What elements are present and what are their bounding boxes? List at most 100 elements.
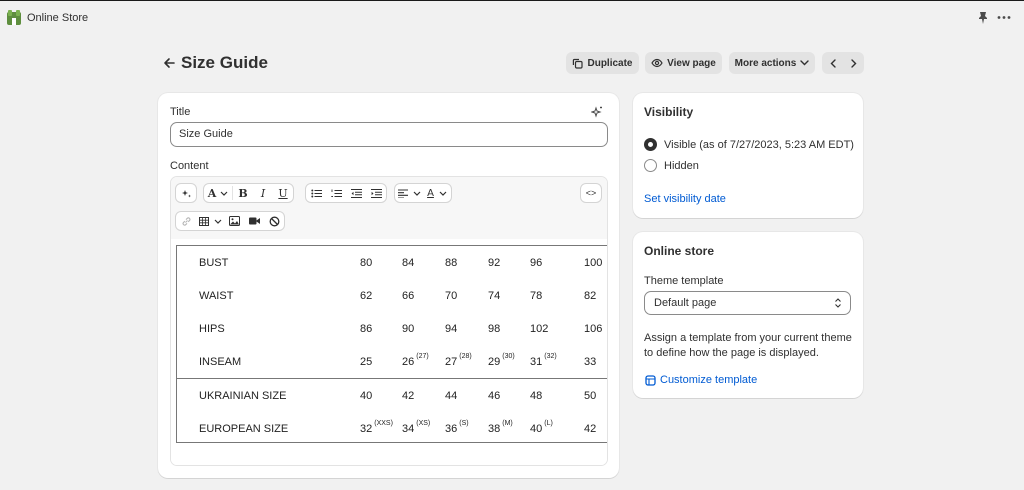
table-cell: 31 (32) <box>530 353 557 368</box>
top-bar: Online Store <box>0 1 1024 33</box>
cell-value: 46 <box>488 390 501 402</box>
table-cell: 48 <box>530 390 542 402</box>
italic-icon[interactable]: I <box>253 184 273 202</box>
table-cell: 34 (XS) <box>402 420 430 435</box>
row-label: HIPS <box>199 323 225 335</box>
chevron-left-icon <box>830 58 836 68</box>
table-cell: 102 <box>530 323 548 335</box>
table-cell: 38 (M) <box>488 420 513 435</box>
align-dropdown[interactable] <box>395 184 423 202</box>
toolbar-align-group: A <box>394 183 452 203</box>
table-cell: 29 (30) <box>488 353 515 368</box>
indent-icon[interactable] <box>366 184 386 202</box>
set-visibility-date-link[interactable]: Set visibility date <box>644 193 726 205</box>
cell-value: 26 <box>402 356 415 368</box>
cell-superscript: (27) <box>416 353 429 360</box>
visible-radio[interactable] <box>644 138 657 151</box>
cell-value: 100 <box>584 257 603 269</box>
font-style-dropdown[interactable]: A <box>204 184 232 202</box>
row-label: WAIST <box>199 290 234 302</box>
table-cell: 78 <box>530 290 542 302</box>
text-format-icon: A <box>207 186 217 200</box>
theme-template-label: Theme template <box>644 275 724 287</box>
select-arrows-icon <box>835 298 841 308</box>
table-row: WAIST 62 66 70 74 78 82 <box>177 287 607 307</box>
underline-icon[interactable]: U <box>273 184 293 202</box>
cell-value: 62 <box>360 290 373 302</box>
duplicate-icon <box>573 58 584 69</box>
image-icon[interactable] <box>224 212 244 230</box>
numbered-list-icon[interactable] <box>326 184 346 202</box>
cell-value: 66 <box>402 290 415 302</box>
app-name[interactable]: Online Store <box>27 12 88 24</box>
outdent-icon[interactable] <box>346 184 366 202</box>
rich-text-editor[interactable]: A B I U A <> BUST 80 84 88 92 96 100 WAI… <box>170 176 608 466</box>
table-cell: 86 <box>360 323 372 335</box>
theme-icon <box>645 374 656 386</box>
table-icon <box>198 216 209 226</box>
chevron-down-icon <box>214 219 221 224</box>
show-html-button[interactable]: <> <box>581 184 601 202</box>
cell-value: 102 <box>530 323 549 335</box>
pin-icon[interactable] <box>977 11 989 24</box>
table-cell: 94 <box>445 323 457 335</box>
theme-template-select[interactable]: Default page <box>644 291 851 315</box>
table-cell: 82 <box>584 290 596 302</box>
row-label: INSEAM <box>199 356 242 368</box>
content-label: Content <box>170 160 209 172</box>
table-cell: 92 <box>488 257 500 269</box>
clear-format-icon[interactable] <box>264 212 284 230</box>
cell-superscript: (S) <box>459 420 469 427</box>
table-cell: 90 <box>402 323 414 335</box>
table-cell: 25 <box>360 356 372 368</box>
cell-value: 92 <box>488 257 501 269</box>
cell-value: 27 <box>445 356 458 368</box>
cell-value: 94 <box>445 323 458 335</box>
cell-value: 25 <box>360 356 373 368</box>
table-cell: 27 (28) <box>445 353 472 368</box>
next-page-button[interactable] <box>843 52 864 74</box>
title-input[interactable]: Size Guide <box>170 122 608 147</box>
customize-template-link[interactable]: Customize template <box>645 374 757 386</box>
table-row: EUROPEAN SIZE 32 (XXS) 34 (XS) 36 (S) 38 (M) 40 (L… <box>177 420 607 440</box>
more-horizontal-icon[interactable] <box>997 11 1011 24</box>
cell-value: 88 <box>445 257 458 269</box>
visible-label: Visible (as of 7/27/2023, 5:23 AM EDT) <box>664 139 854 151</box>
table-row: BUST 80 84 88 92 96 100 <box>177 254 607 274</box>
row-label: UKRAINIAN SIZE <box>199 390 287 402</box>
cell-value: 32 <box>360 423 373 435</box>
link-icon[interactable] <box>176 212 196 230</box>
table-cell: 26 (27) <box>402 353 429 368</box>
cell-superscript: (30) <box>502 353 515 360</box>
text-color-dropdown[interactable]: A <box>423 184 451 202</box>
bullet-list-icon[interactable] <box>306 184 326 202</box>
table-dropdown[interactable] <box>196 212 224 230</box>
cell-value: 96 <box>530 257 543 269</box>
cell-superscript: (32) <box>544 353 557 360</box>
back-arrow-icon[interactable] <box>162 56 176 70</box>
editor-document[interactable]: BUST 80 84 88 92 96 100 WAIST 62 66 70 74 78 82 HIPS 86… <box>171 239 607 465</box>
hidden-radio[interactable] <box>644 159 657 172</box>
previous-page-button[interactable] <box>822 52 843 74</box>
magic-sparkle-icon[interactable] <box>591 106 603 118</box>
text-color-icon: A <box>427 187 434 199</box>
video-icon[interactable] <box>244 212 264 230</box>
cell-value: 42 <box>402 390 415 402</box>
cell-value: 84 <box>402 257 415 269</box>
bold-icon[interactable]: B <box>233 184 253 202</box>
table-cell: 33 <box>584 356 596 368</box>
table-cell: 74 <box>488 290 500 302</box>
duplicate-button[interactable]: Duplicate <box>566 52 639 74</box>
view-page-button[interactable]: View page <box>645 52 722 74</box>
record-pager <box>822 52 864 74</box>
cell-superscript: (L) <box>544 420 553 427</box>
magic-icon[interactable] <box>176 184 196 202</box>
cell-value: 42 <box>584 423 597 435</box>
table-row: HIPS 86 90 94 98 102 106 <box>177 320 607 340</box>
toolbar-ai-group <box>175 183 197 203</box>
hidden-label: Hidden <box>664 160 699 172</box>
page-title: Size Guide <box>181 53 268 72</box>
more-actions-button[interactable]: More actions <box>729 52 815 74</box>
table-divider <box>177 378 607 379</box>
table-cell: 40 <box>360 390 372 402</box>
